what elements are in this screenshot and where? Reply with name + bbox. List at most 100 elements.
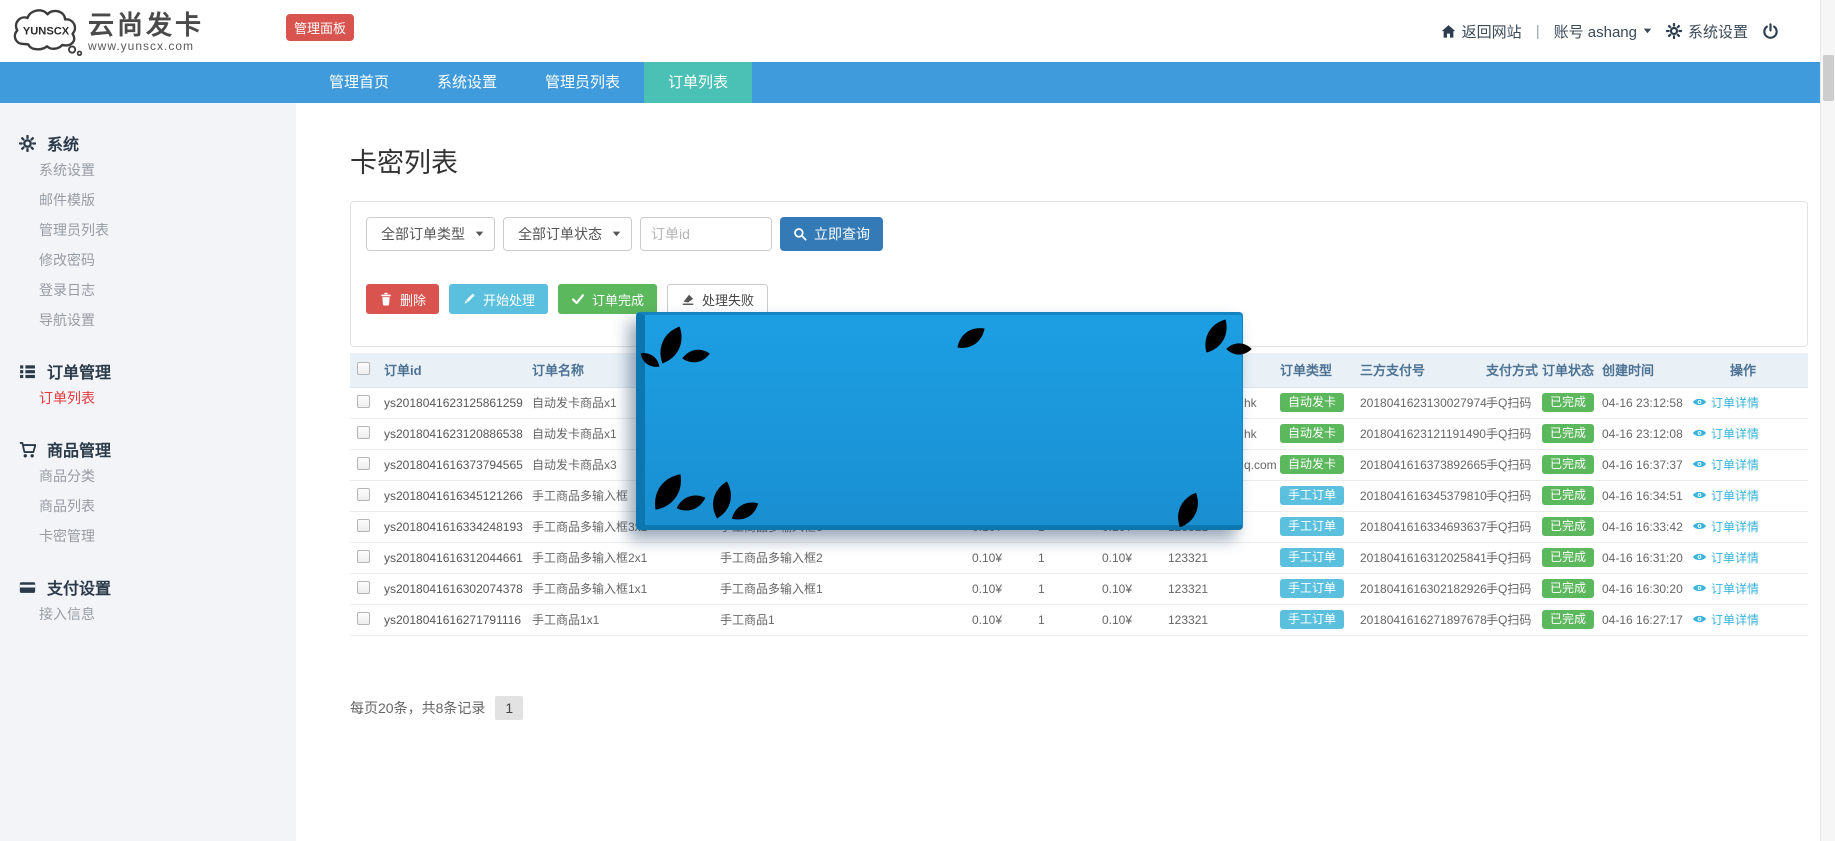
cell-pay-no: 2018041616312025841 (1360, 551, 1487, 565)
row-checkbox[interactable] (357, 581, 370, 594)
cell-order-name: 手工商品多输入框1x1 (532, 582, 647, 596)
row-checkbox[interactable] (357, 457, 370, 470)
order-type-select-value: 全部订单类型 (381, 224, 465, 244)
eye-icon (1692, 458, 1707, 470)
search-button-label: 立即查询 (814, 224, 870, 244)
cell-qty: 1 (1038, 582, 1045, 596)
order-detail-link[interactable]: 订单详情 (1692, 487, 1759, 504)
row-checkbox[interactable] (357, 612, 370, 625)
cell-order-id: ys2018041616312044661 (384, 551, 523, 565)
order-type-select[interactable]: 全部订单类型 (366, 217, 495, 251)
top-header: YUNSCX 云尚发卡 www.yunscx.com 管理面板 返回网站 | 账… (0, 0, 1835, 62)
list-icon (19, 363, 36, 380)
column-header-pay-method: 支付方式 (1482, 353, 1538, 387)
cell-order-id: ys2018041616345121266 (384, 489, 523, 503)
eye-icon (1692, 613, 1707, 625)
cell-pay-method: 手Q扫码 (1486, 582, 1531, 596)
cart-icon (19, 441, 36, 458)
sidebar-item-nav-settings[interactable]: 导航设置 (0, 305, 296, 335)
select-all-checkbox[interactable] (357, 362, 370, 375)
column-header-created: 创建时间 (1598, 353, 1688, 387)
order-type-badge: 手工订单 (1280, 548, 1344, 567)
brand-logo[interactable]: YUNSCX 云尚发卡 www.yunscx.com (8, 5, 204, 57)
column-header-pay-no: 三方支付号 (1356, 353, 1482, 387)
cell-order-name: 自动发卡商品x1 (532, 396, 617, 410)
order-detail-link[interactable]: 订单详情 (1692, 549, 1759, 566)
order-status-badge: 已完成 (1542, 424, 1594, 443)
sidebar-item-admin-list[interactable]: 管理员列表 (0, 215, 296, 245)
row-checkbox[interactable] (357, 519, 370, 532)
sidebar-section-product-manage: 商品管理商品分类商品列表卡密管理 (0, 437, 296, 551)
sidebar-item-access-info[interactable]: 接入信息 (0, 599, 296, 629)
search-button[interactable]: 立即查询 (780, 217, 883, 251)
order-detail-link[interactable]: 订单详情 (1692, 580, 1759, 597)
pagination: 每页20条，共8条记录 1 (350, 696, 1835, 720)
order-status-badge: 已完成 (1542, 610, 1594, 629)
leaf-icon (1169, 491, 1207, 529)
sidebar-item-product-list[interactable]: 商品列表 (0, 491, 296, 521)
nav-tab-admins[interactable]: 管理员列表 (521, 62, 644, 103)
row-checkbox[interactable] (357, 395, 370, 408)
delete-button-label: 删除 (400, 290, 426, 309)
page-title: 卡密列表 (350, 141, 1835, 180)
sidebar-item-change-password[interactable]: 修改密码 (0, 245, 296, 275)
account-dropdown[interactable]: 账号 ashang (1554, 21, 1652, 42)
order-detail-link[interactable]: 订单详情 (1692, 518, 1759, 535)
order-detail-label: 订单详情 (1711, 580, 1759, 597)
scrollbar-thumb[interactable] (1823, 55, 1834, 101)
cell-pay-method: 手Q扫码 (1486, 551, 1531, 565)
row-checkbox[interactable] (357, 550, 370, 563)
order-detail-link[interactable]: 订单详情 (1692, 394, 1759, 411)
process-fail-button[interactable]: 处理失败 (667, 284, 768, 314)
nav-tab-home[interactable]: 管理首页 (305, 62, 413, 103)
order-detail-link[interactable]: 订单详情 (1692, 611, 1759, 628)
cell-order-id: ys2018041616373794565 (384, 458, 523, 472)
process-fail-label: 处理失败 (702, 290, 754, 309)
logout-button[interactable] (1762, 23, 1779, 40)
cell-total: 0.10¥ (1102, 582, 1132, 596)
sidebar-item-product-category[interactable]: 商品分类 (0, 461, 296, 491)
cell-order-id: ys2018041616302074378 (384, 582, 523, 596)
eye-icon (1692, 396, 1707, 408)
sidebar-item-login-log[interactable]: 登录日志 (0, 275, 296, 305)
order-status-select[interactable]: 全部订单状态 (503, 217, 632, 251)
order-type-badge: 手工订单 (1280, 610, 1344, 629)
cell-order-name: 手工商品1x1 (532, 613, 599, 627)
order-row: ys2018041616302074378手工商品多输入框1x1手工商品多输入框… (350, 573, 1808, 604)
nav-tab-orders[interactable]: 订单列表 (644, 62, 752, 103)
system-settings-link[interactable]: 系统设置 (1666, 21, 1748, 42)
delete-button[interactable]: 删除 (366, 284, 439, 314)
back-to-site-label: 返回网站 (1462, 21, 1522, 42)
cell-pay-method: 手Q扫码 (1486, 458, 1531, 472)
order-status-badge: 已完成 (1542, 455, 1594, 474)
sidebar-item-card-manage[interactable]: 卡密管理 (0, 521, 296, 551)
sidebar-section-title: 订单管理 (0, 359, 296, 383)
nav-tab-settings[interactable]: 系统设置 (413, 62, 521, 103)
order-status-badge: 已完成 (1542, 486, 1594, 505)
back-to-site-link[interactable]: 返回网站 (1441, 21, 1522, 42)
order-id-input[interactable] (640, 217, 772, 251)
eye-icon (1692, 489, 1707, 501)
filter-row: 全部订单类型 全部订单状态 立即查询 (366, 217, 1792, 251)
start-process-button[interactable]: 开始处理 (449, 284, 548, 314)
vertical-scrollbar[interactable] (1820, 0, 1835, 841)
cell-price: 0.10¥ (972, 613, 1002, 627)
sidebar-item-mail-template[interactable]: 邮件模版 (0, 185, 296, 215)
order-complete-button[interactable]: 订单完成 (558, 284, 657, 314)
cell-product-name: 手工商品多输入框2 (720, 551, 823, 565)
card-icon (19, 579, 36, 596)
chevron-down-icon (475, 230, 484, 238)
eye-icon (1692, 427, 1707, 439)
page-number-1[interactable]: 1 (495, 696, 523, 720)
order-detail-link[interactable]: 订单详情 (1692, 456, 1759, 473)
order-type-badge: 手工订单 (1280, 486, 1344, 505)
order-detail-label: 订单详情 (1711, 518, 1759, 535)
cell-order-id: ys2018041616271791116 (384, 613, 521, 627)
sidebar-item-order-list[interactable]: 订单列表 (0, 383, 296, 413)
sidebar-section-label: 支付设置 (47, 575, 111, 599)
sidebar-item-system-settings[interactable]: 系统设置 (0, 155, 296, 185)
row-checkbox[interactable] (357, 488, 370, 501)
row-checkbox[interactable] (357, 426, 370, 439)
order-type-badge: 手工订单 (1280, 517, 1344, 536)
order-detail-link[interactable]: 订单详情 (1692, 425, 1759, 442)
